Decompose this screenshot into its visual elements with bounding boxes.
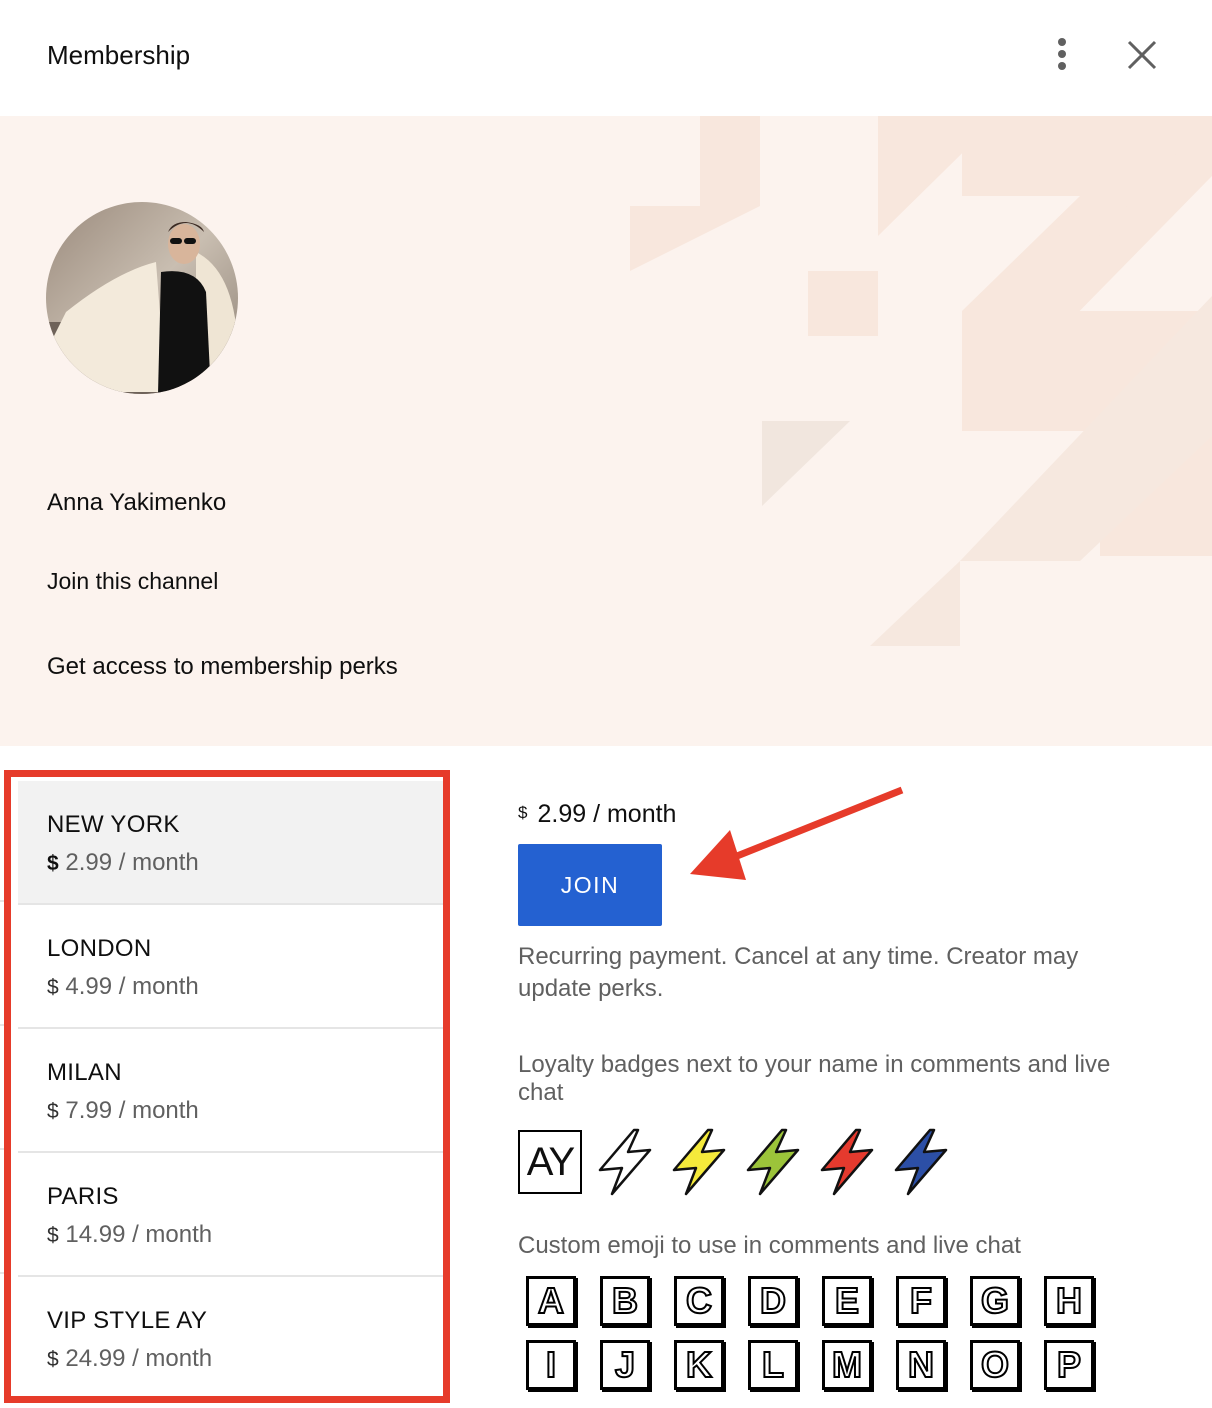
emoji-letter-g: G xyxy=(970,1276,1020,1326)
tier-london[interactable]: LONDON $ 4.99 / month xyxy=(18,905,443,1029)
lightning-bolt-icon xyxy=(598,1128,652,1196)
lightning-bolt-icon xyxy=(746,1128,800,1196)
perks-text: Get access to membership perks xyxy=(47,653,398,680)
tier-vip-style-ay[interactable]: VIP STYLE AY $ 24.99 / month xyxy=(18,1277,443,1401)
emoji-letter-d: D xyxy=(748,1276,798,1326)
emoji-letter-l: L xyxy=(748,1340,798,1390)
emoji-letter-k: K xyxy=(674,1340,724,1390)
loyalty-badges-text: Loyalty badges next to your name in comm… xyxy=(518,1051,1111,1106)
join-channel-text: Join this channel xyxy=(47,568,219,594)
emoji-letter-e: E xyxy=(822,1276,872,1326)
kebab-menu-icon[interactable] xyxy=(1046,34,1078,74)
emoji-letter-i: I xyxy=(526,1340,576,1390)
custom-emoji-text: Custom emoji to use in comments and live… xyxy=(518,1232,1021,1259)
tier-price: $ 4.99 / month xyxy=(47,973,199,1000)
tier-name: PARIS xyxy=(47,1183,119,1210)
tier-price: $ 24.99 / month xyxy=(47,1345,213,1372)
emoji-letter-f: F xyxy=(896,1276,946,1326)
emoji-letter-a: A xyxy=(526,1276,576,1326)
tier-price: $ 7.99 / month xyxy=(47,1097,199,1124)
emoji-letter-o: O xyxy=(970,1340,1020,1390)
selected-price: $2.99 / month xyxy=(518,800,677,828)
emoji-letter-b: B xyxy=(600,1276,650,1326)
tier-milan[interactable]: MILAN $ 7.99 / month xyxy=(18,1029,443,1153)
tier-price: $ 14.99 / month xyxy=(47,1221,213,1248)
lightning-bolt-icon xyxy=(894,1128,948,1196)
tier-list: NEW YORK $ 2.99 / month LONDON $ 4.99 / … xyxy=(4,770,450,1403)
ay-monogram-badge: AY xyxy=(518,1130,582,1194)
emoji-letter-j: J xyxy=(600,1340,650,1390)
lightning-bolt-icon xyxy=(672,1128,726,1196)
custom-emoji-grid: A B C D E F G H I J K L M N O P xyxy=(526,1276,1106,1390)
lightning-bolt-icon xyxy=(820,1128,874,1196)
join-button[interactable]: JOIN xyxy=(518,844,662,926)
tier-name: VIP STYLE AY xyxy=(47,1307,208,1334)
recurring-payment-text: Recurring payment. Cancel at any time. C… xyxy=(518,943,1079,1002)
red-arrow-icon xyxy=(690,786,904,880)
emoji-letter-p: P xyxy=(1044,1340,1094,1390)
channel-name: Anna Yakimenko xyxy=(47,489,227,516)
emoji-letter-m: M xyxy=(822,1340,872,1390)
dialog-header: Membership xyxy=(0,0,1212,116)
tier-new-york[interactable]: NEW YORK $ 2.99 / month xyxy=(18,781,443,905)
loyalty-badges: AY xyxy=(518,1128,952,1196)
emoji-letter-h: H xyxy=(1044,1276,1094,1326)
channel-banner: Anna Yakimenko Join this channel Get acc… xyxy=(0,116,1212,746)
channel-avatar xyxy=(46,202,238,394)
tier-paris[interactable]: PARIS $ 14.99 / month xyxy=(18,1153,443,1277)
emoji-letter-n: N xyxy=(896,1340,946,1390)
tier-name: LONDON xyxy=(47,935,152,962)
dialog-title: Membership xyxy=(47,40,191,70)
tier-name: MILAN xyxy=(47,1059,122,1086)
tier-name: NEW YORK xyxy=(47,811,180,838)
emoji-letter-c: C xyxy=(674,1276,724,1326)
tier-price: $ 2.99 / month xyxy=(47,849,199,876)
close-icon[interactable] xyxy=(1120,33,1164,77)
